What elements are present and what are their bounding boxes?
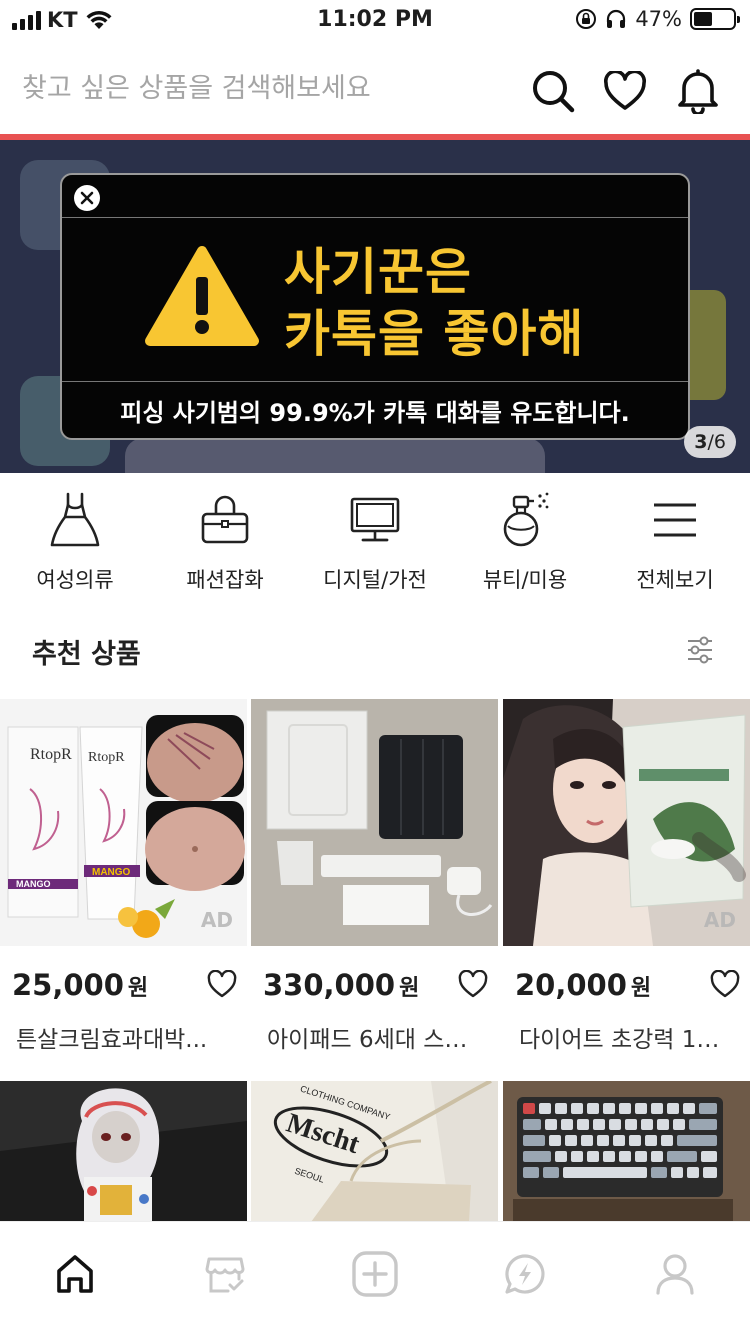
product-name: 다이어트 초강력 1… <box>519 1027 720 1053</box>
price-value: 330,000 <box>263 968 396 1002</box>
section-title: 추천 상품 <box>32 639 141 670</box>
brand-text: RtopR <box>88 750 125 765</box>
scam-alert-box: 사기꾼은 카톡을 좋아해 피싱 사기범의 99.9%가 카톡 대화를 유도합니다… <box>60 173 690 440</box>
brand-text: RtopR <box>30 746 72 763</box>
handbag-icon <box>195 490 255 550</box>
product-image <box>251 699 498 946</box>
dress-icon <box>45 490 105 550</box>
product-price: 25,000 원 <box>12 968 148 1002</box>
alert-title: 사기꾼은 카톡을 좋아해 <box>284 241 584 365</box>
category-view-all[interactable]: 전체보기 <box>600 490 750 600</box>
alert-title-line1: 사기꾼은 <box>284 243 472 301</box>
alert-divider <box>62 217 688 218</box>
filter-icon[interactable] <box>686 636 714 664</box>
battery-fill <box>694 12 712 26</box>
like-heart-icon[interactable] <box>458 970 488 998</box>
category-digital[interactable]: 디지털/가전 <box>300 490 450 600</box>
search-input[interactable] <box>22 66 502 110</box>
price-value: 25,000 <box>12 968 124 1002</box>
status-bar: KT 11:02 PM 47% <box>0 0 750 42</box>
status-right: 47% <box>575 7 740 31</box>
alert-title-line2: 카톡을 좋아해 <box>284 305 585 363</box>
like-heart-icon[interactable] <box>710 970 740 998</box>
category-label: 패션잡화 <box>186 568 264 592</box>
price-row: 25,000 원 <box>0 946 247 1006</box>
product-price: 20,000 원 <box>515 968 651 1002</box>
product-card[interactable]: AD 20,000 원 다이어트 초강력 1… <box>503 699 750 1054</box>
alert-divider <box>62 381 688 382</box>
product-price: 330,000 원 <box>263 968 419 1002</box>
alert-subtitle: 피싱 사기범의 99.9%가 카톡 대화를 유도합니다. <box>120 399 630 427</box>
price-row: 20,000 원 <box>503 946 750 1006</box>
product-image <box>0 1081 247 1222</box>
promo-banner[interactable]: 사기꾼은 카톡을 좋아해 피싱 사기범의 99.9%가 카톡 대화를 유도합니다… <box>0 140 750 473</box>
banner-page-indicator: 3/6 <box>684 426 736 458</box>
like-heart-icon[interactable] <box>207 970 237 998</box>
nav-register[interactable] <box>300 1222 450 1334</box>
flavor-text: MANGO <box>16 879 51 889</box>
shop-icon <box>205 1257 245 1293</box>
bottom-nav <box>0 1222 750 1334</box>
product-card[interactable] <box>0 1081 247 1222</box>
search-icon[interactable] <box>528 66 578 116</box>
category-bar: 여성의류 패션잡화 디지털/가전 뷰티/미용 전체보기 <box>0 490 750 600</box>
perfume-icon <box>495 490 555 550</box>
price-row: 330,000 원 <box>251 946 498 1006</box>
heart-icon[interactable] <box>600 66 650 116</box>
product-image: Mscht CLOTHING COMPANY SEOUL <box>251 1081 498 1222</box>
product-image: AD <box>503 699 750 946</box>
battery-icon <box>690 8 740 30</box>
profile-icon <box>656 1254 694 1295</box>
page-current: 3 <box>694 431 708 453</box>
category-fashion-goods[interactable]: 패션잡화 <box>150 490 300 600</box>
product-card[interactable]: 330,000 원 아이패드 6세대 스… <box>251 699 498 1054</box>
warning-icon <box>145 246 259 346</box>
price-unit: 원 <box>127 976 149 1001</box>
price-unit: 원 <box>399 976 420 1001</box>
nav-shop[interactable] <box>150 1222 300 1334</box>
category-label: 뷰티/미용 <box>482 568 568 592</box>
product-name: 튼살크림효과대박... <box>16 1027 208 1053</box>
flavor-text: MANGO <box>92 867 131 878</box>
price-value: 20,000 <box>515 968 627 1002</box>
price-unit: 원 <box>630 976 652 1001</box>
close-icon[interactable] <box>74 185 100 211</box>
add-icon <box>352 1251 398 1297</box>
product-image <box>503 1081 750 1222</box>
rotation-lock-icon <box>576 9 597 29</box>
banner-bg-shape <box>125 438 545 473</box>
bell-icon[interactable] <box>673 66 723 116</box>
category-label: 여성의류 <box>36 568 114 592</box>
product-card[interactable]: Mscht CLOTHING COMPANY SEOUL <box>251 1081 498 1222</box>
category-label: 디지털/가전 <box>323 568 427 592</box>
menu-icon <box>645 490 705 550</box>
home-icon <box>57 1255 93 1293</box>
nav-profile[interactable] <box>600 1222 750 1334</box>
chat-icon <box>505 1254 545 1294</box>
battery-percent: 47% <box>635 7 682 31</box>
search-header <box>0 50 750 134</box>
product-name: 아이패드 6세대 스… <box>267 1027 468 1053</box>
monitor-icon <box>345 490 405 550</box>
headphones-icon <box>607 9 626 28</box>
page-total: /6 <box>707 431 727 453</box>
product-card[interactable]: RtopR MANGO RtopR MANGO AD 25,000 원 튼살크림효… <box>0 699 247 1054</box>
category-label: 전체보기 <box>636 568 714 592</box>
nav-chat[interactable] <box>450 1222 600 1334</box>
category-beauty[interactable]: 뷰티/미용 <box>450 490 600 600</box>
ad-badge: AD <box>703 908 736 932</box>
category-women-clothing[interactable]: 여성의류 <box>0 490 150 600</box>
product-card[interactable] <box>503 1081 750 1222</box>
nav-home[interactable] <box>0 1222 150 1334</box>
ad-badge: AD <box>200 908 233 932</box>
product-image: RtopR MANGO RtopR MANGO AD <box>0 699 247 946</box>
